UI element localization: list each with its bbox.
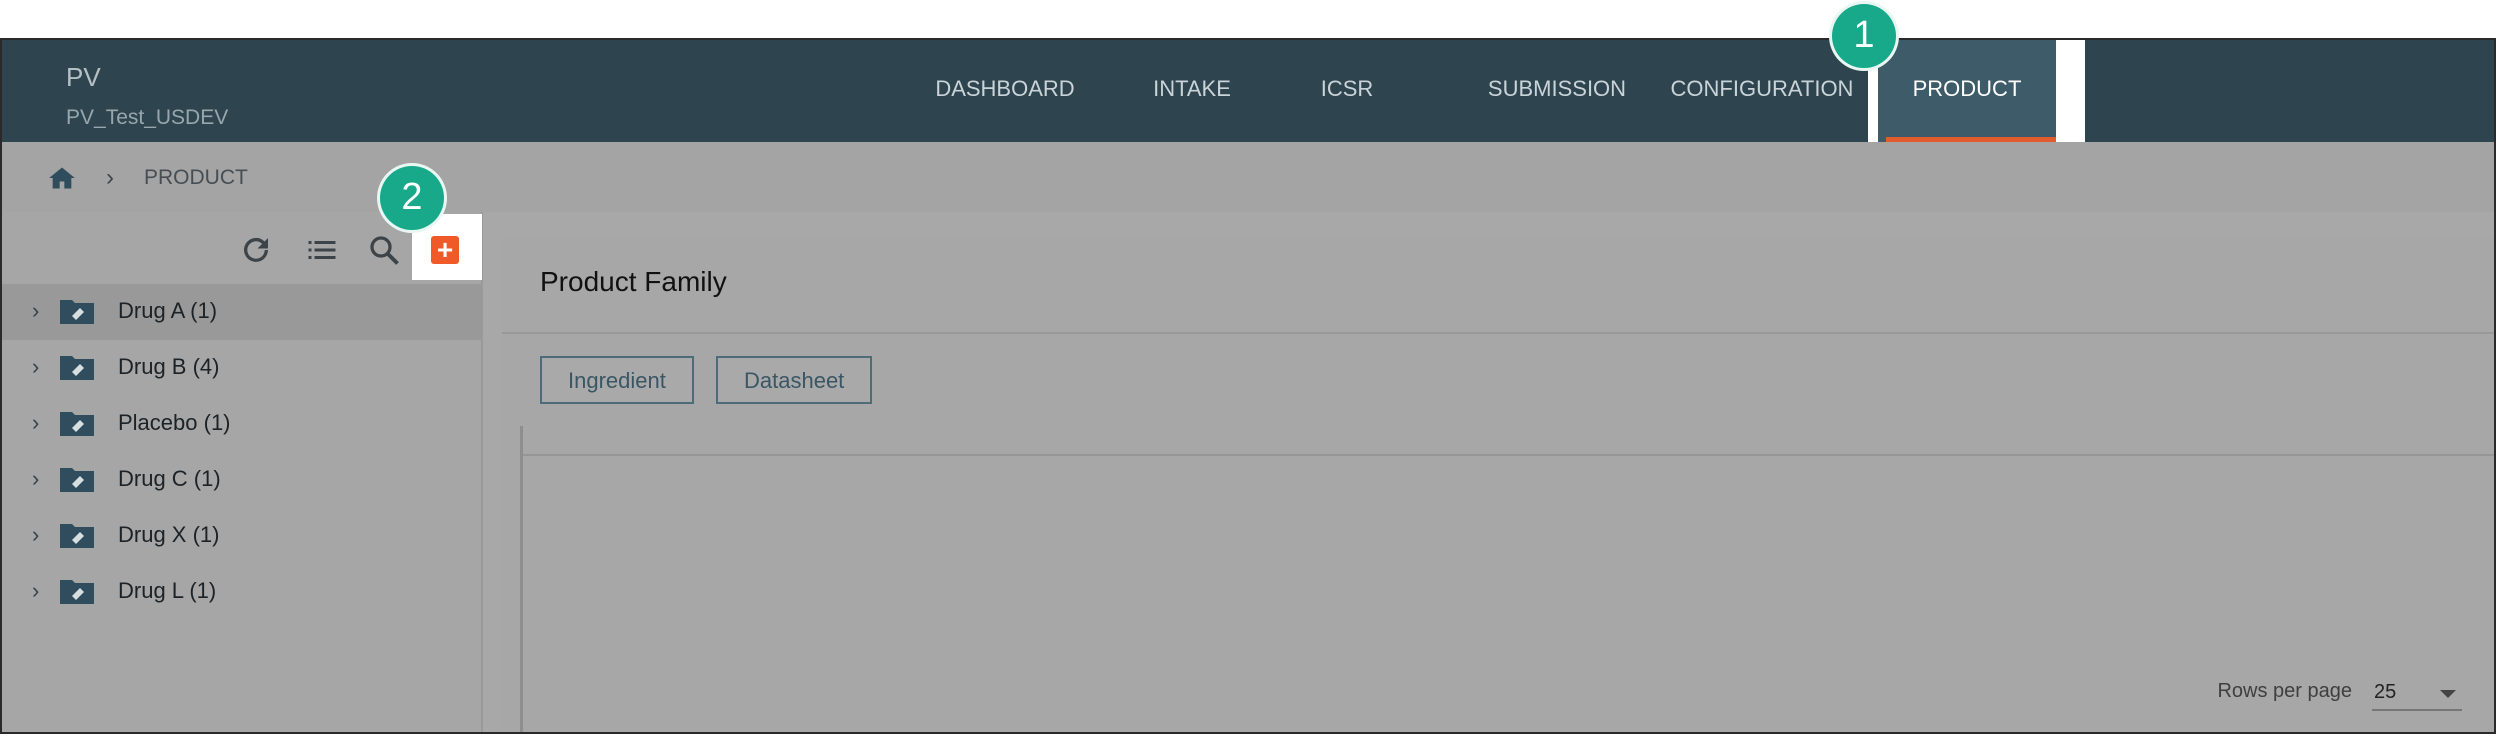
expand-chevron-icon[interactable]: › [32, 466, 39, 492]
breadcrumb: › PRODUCT [2, 142, 2494, 212]
product-folder-icon [60, 580, 94, 604]
page-title: Product Family [540, 266, 727, 297]
expand-chevron-icon[interactable]: › [32, 354, 39, 380]
nav-product-label: PRODUCT [1912, 76, 2022, 101]
product-folder-icon [60, 412, 94, 436]
rows-per-page-label: Rows per page [2217, 680, 2352, 702]
nav-product-highlight: PRODUCT [1868, 40, 2085, 153]
refresh-icon[interactable] [238, 232, 274, 268]
tree-item-label: Drug B (4) [118, 354, 220, 379]
home-icon[interactable] [48, 166, 76, 190]
tree-item-label: Drug L (1) [118, 578, 217, 603]
product-family-panel: Product Family Ingredient Datasheet Rows… [502, 236, 2494, 732]
breadcrumb-current: PRODUCT [144, 166, 248, 189]
product-folder-icon [60, 356, 94, 380]
tree-item[interactable]: › Drug B (4) [2, 340, 481, 396]
tree-item-label: Placebo (1) [118, 410, 231, 435]
environment-name: PV_Test_USDEV [66, 106, 229, 129]
nav-intake[interactable]: INTAKE [1142, 40, 1242, 142]
expand-chevron-icon[interactable]: › [32, 410, 39, 436]
top-navigation-bar: PV PV_Test_USDEV DASHBOARD INTAKE ICSR S… [2, 40, 2494, 153]
callout-badge-2: 2 [380, 166, 444, 230]
add-product-button[interactable]: + [431, 236, 459, 264]
tree-item-label: Drug C (1) [118, 466, 221, 491]
plus-icon: + [436, 234, 454, 265]
table-header-divider [523, 454, 2494, 456]
tree-item[interactable]: › Drug C (1) [2, 452, 481, 508]
nav-icsr[interactable]: ICSR [1302, 40, 1392, 142]
nav-configuration[interactable]: CONFIGURATION [1667, 40, 1857, 142]
datasheet-button[interactable]: Datasheet [716, 356, 873, 404]
expand-chevron-icon[interactable]: › [32, 298, 39, 324]
callout-badge-1: 1 [1832, 4, 1896, 68]
app-name: PV [66, 62, 101, 92]
dropdown-caret-icon [2440, 690, 2456, 698]
expand-chevron-icon[interactable]: › [32, 578, 39, 604]
product-folder-icon [60, 300, 94, 324]
nav-dashboard[interactable]: DASHBOARD [920, 40, 1090, 142]
tree-item[interactable]: › Placebo (1) [2, 396, 481, 452]
search-icon[interactable] [366, 232, 402, 268]
list-icon[interactable] [304, 232, 340, 268]
product-folder-icon [60, 468, 94, 492]
rows-per-page-value: 25 [2374, 681, 2397, 703]
nav-submission[interactable]: SUBMISSION [1457, 40, 1657, 142]
expand-chevron-icon[interactable]: › [32, 522, 39, 548]
tree-item-label: Drug A (1) [118, 298, 218, 323]
breadcrumb-chevron-icon: › [106, 164, 114, 191]
rows-per-page-select[interactable]: 25 [2372, 677, 2462, 711]
tree-item[interactable]: › Drug X (1) [2, 508, 481, 564]
product-tree-panel: + › Drug A (1) › Drug B (4) › Placebo (1… [2, 212, 483, 732]
tree-item[interactable]: › Drug L (1) [2, 564, 481, 620]
application-window: PV PV_Test_USDEV DASHBOARD INTAKE ICSR S… [0, 38, 2496, 734]
tree-item-label: Drug X (1) [118, 522, 220, 547]
nav-product[interactable]: PRODUCT [1878, 40, 2056, 142]
panel-header: Product Family [502, 236, 2494, 334]
product-folder-icon [60, 524, 94, 548]
data-table: Rows per page 25 [520, 426, 2494, 732]
tree-item[interactable]: › Drug A (1) [2, 284, 481, 340]
ingredient-button[interactable]: Ingredient [540, 356, 694, 404]
